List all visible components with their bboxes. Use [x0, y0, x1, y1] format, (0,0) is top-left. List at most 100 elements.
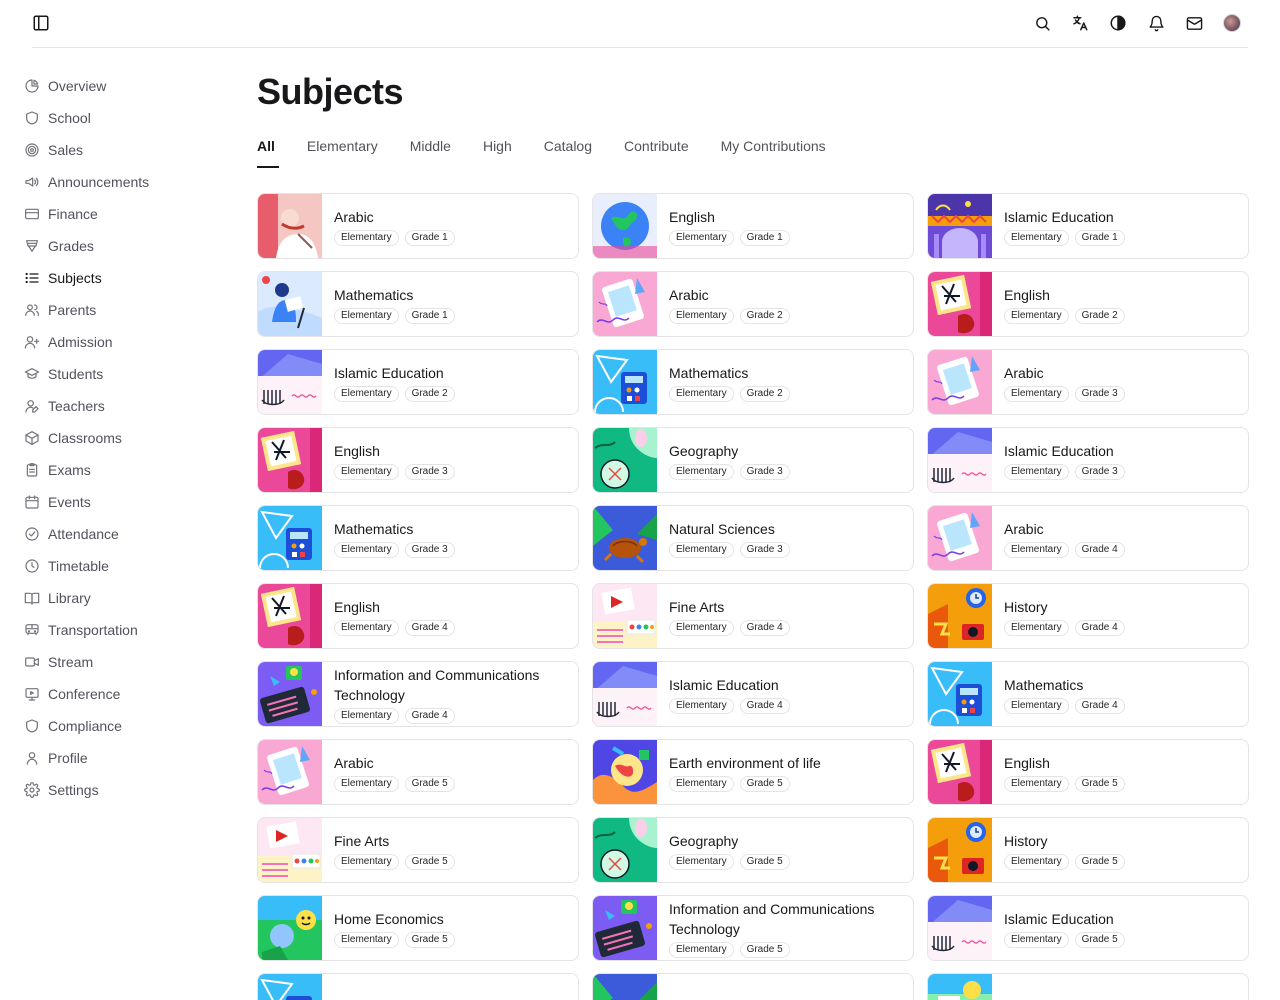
- subject-card[interactable]: Earth environment of life Elementary Grade…: [592, 739, 914, 805]
- sidebar-item-library[interactable]: Library: [24, 582, 214, 614]
- subject-badges: Elementary Grade 3: [669, 463, 790, 480]
- sidebar-item-timetable[interactable]: Timetable: [24, 550, 214, 582]
- subject-card[interactable]: Islamic Education Elementary Grade 3: [927, 427, 1249, 493]
- sidebar-item-classrooms[interactable]: Classrooms: [24, 422, 214, 454]
- subject-card[interactable]: English Elementary Grade 1: [592, 193, 914, 259]
- sidebar-item-parents[interactable]: Parents: [24, 294, 214, 326]
- subject-card-body: Mathematics: [322, 974, 413, 1000]
- level-badge: Elementary: [669, 941, 734, 958]
- panel-left-icon[interactable]: [32, 14, 50, 32]
- grade-badge: Grade 5: [404, 775, 455, 792]
- subject-card[interactable]: Islamic Education Elementary Grade 2: [257, 349, 579, 415]
- subject-card[interactable]: Information and Communications Technolog…: [592, 895, 914, 961]
- subject-thumbnail: [928, 194, 992, 258]
- level-badge: Elementary: [1004, 619, 1069, 636]
- subject-card-body: English Elementary Grade 5: [992, 740, 1125, 804]
- subject-card[interactable]: Mathematics Elementary Grade 3: [257, 505, 579, 571]
- subject-card[interactable]: Natural Sciences: [592, 973, 914, 1000]
- sidebar-item-school[interactable]: School: [24, 102, 214, 134]
- subject-card[interactable]: Fine Arts Elementary Grade 4: [592, 583, 914, 649]
- monitor-icon: [24, 686, 40, 702]
- subject-card[interactable]: Home Economics Elementary Grade 5: [257, 895, 579, 961]
- sidebar-item-admission[interactable]: Admission: [24, 326, 214, 358]
- grade-badge: Grade 5: [1074, 931, 1125, 948]
- bell-icon[interactable]: [1146, 13, 1166, 33]
- grade-badge: Grade 3: [1074, 463, 1125, 480]
- subject-card[interactable]: Islamic Education Elementary Grade 1: [927, 193, 1249, 259]
- sidebar-item-announcements[interactable]: Announcements: [24, 166, 214, 198]
- subject-card-body: Earth environment of life Elementary Grade…: [657, 740, 821, 804]
- subject-card[interactable]: Fine Arts Elementary Grade 5: [257, 817, 579, 883]
- translate-icon[interactable]: [1070, 13, 1090, 33]
- sidebar-item-sales[interactable]: Sales: [24, 134, 214, 166]
- subject-card[interactable]: Arabic Elementary Grade 5: [257, 739, 579, 805]
- subject-badges: Elementary Grade 5: [669, 853, 790, 870]
- subject-thumbnail: [593, 272, 657, 336]
- tab-middle[interactable]: Middle: [410, 136, 451, 168]
- subject-card[interactable]: Arabic Elementary Grade 3: [927, 349, 1249, 415]
- subject-title: Islamic Education: [1004, 442, 1114, 459]
- theme-icon[interactable]: [1108, 13, 1128, 33]
- avatar[interactable]: [1222, 13, 1242, 33]
- subject-card[interactable]: Islamic Education Elementary Grade 4: [592, 661, 914, 727]
- subject-card[interactable]: Mathematics: [257, 973, 579, 1000]
- subject-card[interactable]: English Elementary Grade 5: [927, 739, 1249, 805]
- level-badge: Elementary: [1004, 853, 1069, 870]
- subject-card[interactable]: English Elementary Grade 4: [257, 583, 579, 649]
- tab-my-contributions[interactable]: My Contributions: [721, 136, 826, 168]
- subject-card[interactable]: Islamic Education Elementary Grade 5: [927, 895, 1249, 961]
- subject-card[interactable]: Geography Elementary Grade 3: [592, 427, 914, 493]
- sidebar-item-finance[interactable]: Finance: [24, 198, 214, 230]
- subject-card-body: Mathematics Elementary Grade 4: [992, 662, 1125, 726]
- grade-badge: Grade 3: [739, 463, 790, 480]
- user-icon: [24, 750, 40, 766]
- tab-all[interactable]: All: [257, 136, 279, 168]
- sidebar-item-students[interactable]: Students: [24, 358, 214, 390]
- subject-card[interactable]: History Elementary Grade 5: [927, 817, 1249, 883]
- subject-card-body: Islamic Education Elementary Grade 2: [322, 350, 455, 414]
- subject-title: Fine Arts: [334, 832, 390, 849]
- subject-card[interactable]: Arabic Elementary Grade 4: [927, 505, 1249, 571]
- tab-catalog[interactable]: Catalog: [544, 136, 592, 168]
- sidebar-item-teachers[interactable]: Teachers: [24, 390, 214, 422]
- subject-card[interactable]: Arabic Elementary Grade 2: [592, 271, 914, 337]
- tab-high[interactable]: High: [483, 136, 512, 168]
- sidebar-item-exams[interactable]: Exams: [24, 454, 214, 486]
- sidebar-item-settings[interactable]: Settings: [24, 774, 214, 806]
- subject-title: Islamic Education: [1004, 910, 1114, 927]
- subject-card[interactable]: Geography Elementary Grade 5: [592, 817, 914, 883]
- tab-elementary[interactable]: Elementary: [307, 136, 378, 168]
- subject-thumbnail: [928, 974, 992, 1000]
- subject-card[interactable]: English Elementary Grade 2: [927, 271, 1249, 337]
- subject-card[interactable]: Information and Communications Technolog…: [257, 661, 579, 727]
- pie-chart-icon: [24, 78, 40, 94]
- sidebar-item-grades[interactable]: Grades: [24, 230, 214, 262]
- subject-title: Arabic: [669, 286, 709, 303]
- sidebar-item-subjects[interactable]: Subjects: [24, 262, 214, 294]
- gear-icon: [24, 782, 40, 798]
- sidebar-item-label: Settings: [48, 782, 99, 798]
- subject-card[interactable]: Arabic Elementary Grade 1: [257, 193, 579, 259]
- tab-contribute[interactable]: Contribute: [624, 136, 689, 168]
- sidebar-item-overview[interactable]: Overview: [24, 70, 214, 102]
- subject-title: English: [334, 598, 380, 615]
- subject-thumbnail: [928, 584, 992, 648]
- sidebar-item-attendance[interactable]: Attendance: [24, 518, 214, 550]
- subject-badges: Elementary Grade 4: [334, 707, 578, 724]
- sidebar-item-events[interactable]: Events: [24, 486, 214, 518]
- subject-card[interactable]: English Elementary Grade 3: [257, 427, 579, 493]
- subject-card[interactable]: Mathematics Elementary Grade 2: [592, 349, 914, 415]
- sidebar-item-transportation[interactable]: Transportation: [24, 614, 214, 646]
- sidebar-item-compliance[interactable]: Compliance: [24, 710, 214, 742]
- grade-badge: Grade 1: [404, 229, 455, 246]
- search-icon[interactable]: [1032, 13, 1052, 33]
- subject-card[interactable]: Mathematics Elementary Grade 4: [927, 661, 1249, 727]
- subject-card[interactable]: History Elementary Grade 4: [927, 583, 1249, 649]
- mail-icon[interactable]: [1184, 13, 1204, 33]
- subject-card[interactable]: Natural Sciences Elementary Grade 3: [592, 505, 914, 571]
- sidebar-item-conference[interactable]: Conference: [24, 678, 214, 710]
- subject-card[interactable]: Mathematics Elementary Grade 1: [257, 271, 579, 337]
- subject-card[interactable]: Our clothes: [927, 973, 1249, 1000]
- sidebar-item-profile[interactable]: Profile: [24, 742, 214, 774]
- sidebar-item-stream[interactable]: Stream: [24, 646, 214, 678]
